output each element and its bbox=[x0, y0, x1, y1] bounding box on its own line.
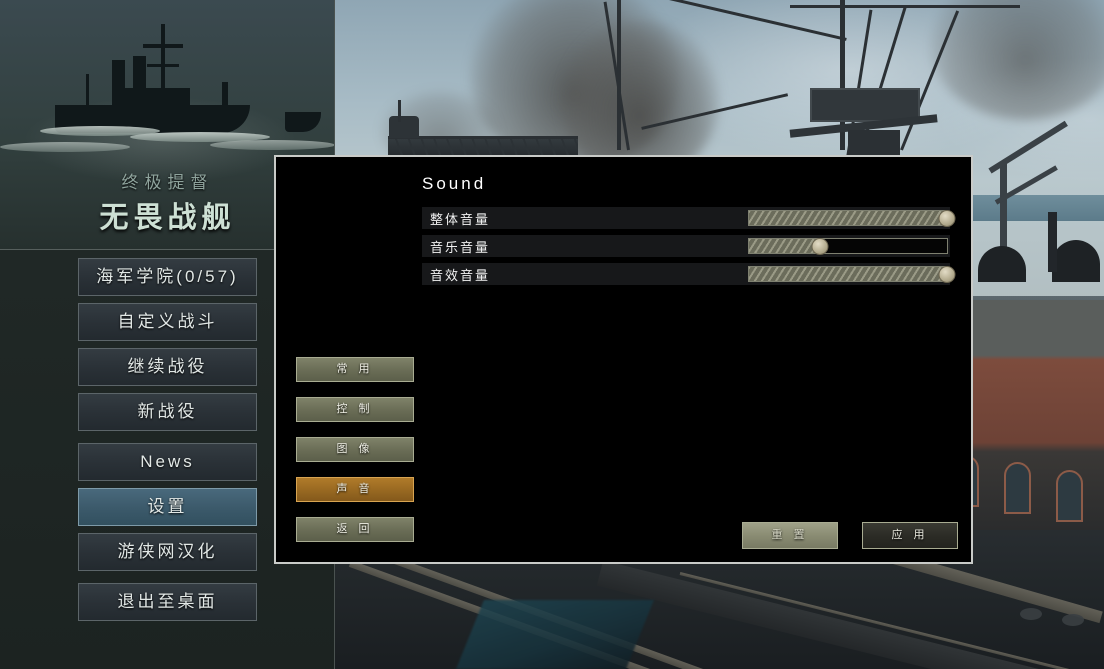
setting-label: 音乐音量 bbox=[430, 239, 491, 255]
menu-item-custom-battle[interactable]: 自定义战斗 bbox=[78, 303, 257, 341]
setting-row-master-volume: 整体音量 bbox=[422, 207, 956, 229]
wave-crest bbox=[210, 140, 334, 150]
storage-tank bbox=[1052, 240, 1100, 282]
dialog-title: Sound bbox=[422, 174, 487, 193]
ship-silhouette-superstructure bbox=[120, 88, 190, 110]
ship-silhouette-mast bbox=[222, 82, 228, 108]
ship-silhouette-yard bbox=[143, 44, 183, 48]
settings-dialog: Sound 整体音量 音乐音量 音效音量 常 用 控 制 图 像 声 音 返 回… bbox=[274, 155, 973, 564]
category-general[interactable]: 常 用 bbox=[296, 357, 414, 382]
music-volume-slider[interactable] bbox=[748, 238, 948, 255]
sound-settings-list: 整体音量 音乐音量 音效音量 bbox=[422, 207, 956, 291]
menu-item-exit-to-desktop[interactable]: 退出至桌面 bbox=[78, 583, 257, 621]
setting-row-sfx-volume: 音效音量 bbox=[422, 263, 956, 285]
dock-water bbox=[456, 600, 654, 669]
ship-silhouette-funnel bbox=[112, 60, 125, 105]
forward-spotting-top bbox=[389, 116, 419, 138]
menu-item-continue-campaign[interactable]: 继续战役 bbox=[78, 348, 257, 386]
apply-button[interactable]: 应 用 bbox=[862, 522, 958, 549]
chimney bbox=[1048, 212, 1057, 272]
warehouse-window bbox=[1004, 462, 1031, 514]
slider-knob[interactable] bbox=[938, 266, 956, 283]
menu-item-news[interactable]: News bbox=[78, 443, 257, 481]
menu-item-settings[interactable]: 设置 bbox=[78, 488, 257, 526]
setting-label: 音效音量 bbox=[430, 267, 491, 283]
slider-fill bbox=[749, 211, 947, 225]
sfx-volume-slider[interactable] bbox=[748, 266, 956, 283]
category-controls[interactable]: 控 制 bbox=[296, 397, 414, 422]
ship-silhouette-mast bbox=[86, 74, 89, 106]
warehouse-window bbox=[1056, 470, 1083, 522]
slider-fill bbox=[749, 267, 947, 281]
category-sound[interactable]: 声 音 bbox=[296, 477, 414, 502]
category-back[interactable]: 返 回 bbox=[296, 517, 414, 542]
harbor-crane bbox=[1000, 162, 1007, 252]
dialog-footer: 重 置 应 用 bbox=[742, 522, 962, 550]
wave-crest bbox=[0, 142, 130, 152]
slider-fill bbox=[749, 239, 821, 253]
ship-silhouette-yard bbox=[147, 64, 179, 67]
menu-item-new-campaign[interactable]: 新战役 bbox=[78, 393, 257, 431]
forward-mast bbox=[398, 100, 401, 122]
category-graphics[interactable]: 图 像 bbox=[296, 437, 414, 462]
slider-knob[interactable] bbox=[938, 210, 956, 227]
master-volume-slider[interactable] bbox=[748, 210, 956, 227]
ship-silhouette-funnel bbox=[133, 56, 146, 106]
menu-item-naval-academy[interactable]: 海军学院(0/57) bbox=[78, 258, 257, 296]
escort-silhouette bbox=[285, 112, 321, 132]
ship-mast bbox=[790, 5, 1020, 8]
foreground-shape bbox=[1020, 608, 1042, 620]
setting-label: 整体音量 bbox=[430, 211, 491, 227]
slider-knob[interactable] bbox=[811, 238, 829, 255]
foreground-shape bbox=[1062, 614, 1084, 626]
reset-button[interactable]: 重 置 bbox=[742, 522, 838, 549]
setting-row-music-volume: 音乐音量 bbox=[422, 235, 950, 257]
menu-item-localization[interactable]: 游侠网汉化 bbox=[78, 533, 257, 571]
settings-category-list: 常 用 控 制 图 像 声 音 返 回 bbox=[296, 357, 416, 557]
